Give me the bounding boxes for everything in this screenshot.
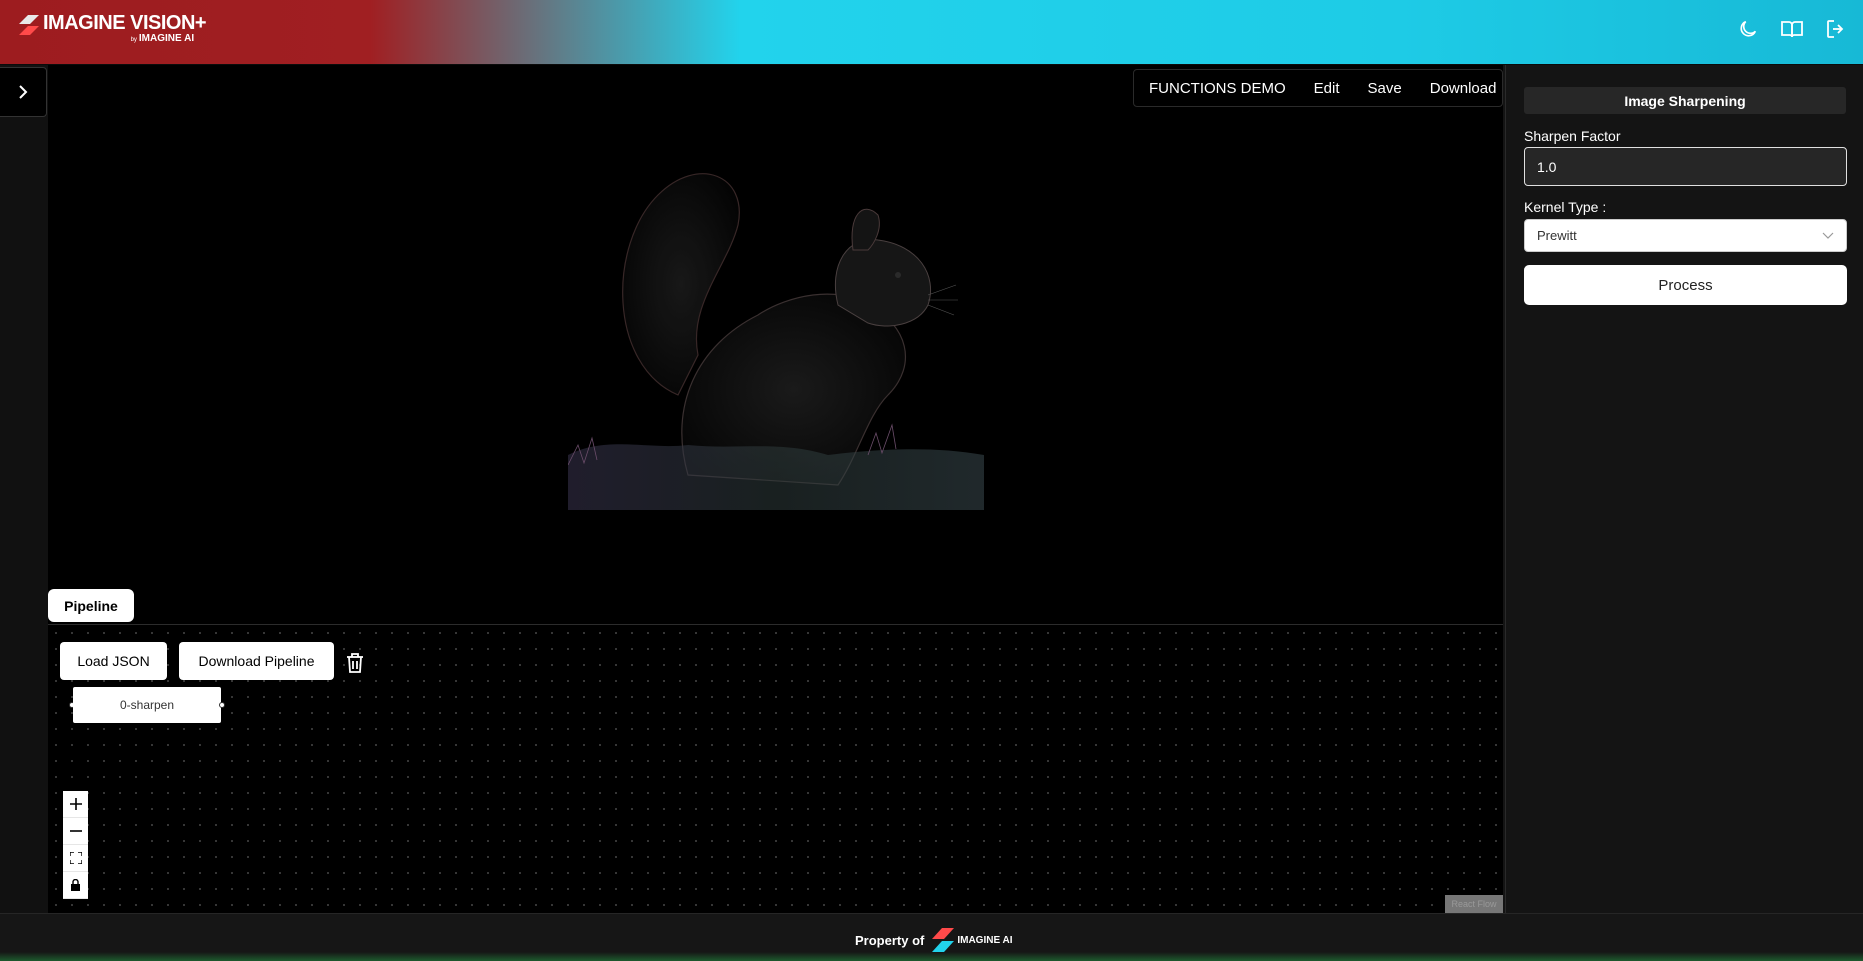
sidebar-toggle-button[interactable] [0, 67, 47, 117]
chevron-down-icon [1822, 232, 1834, 239]
logo-mark-icon [932, 928, 955, 952]
fit-view-icon [69, 852, 82, 864]
panel-title: Image Sharpening [1524, 87, 1846, 114]
toolbar: FUNCTIONS DEMO Edit Save Download [1133, 69, 1503, 107]
zoom-in-button[interactable] [63, 791, 88, 818]
footer-logo: IMAGINE AI [932, 928, 1013, 952]
footer-logo-text: IMAGINE AI [957, 934, 1013, 946]
edit-button[interactable]: Edit [1314, 80, 1340, 97]
header-icons [1735, 16, 1849, 42]
image-canvas [48, 65, 1503, 625]
app-header: IMAGINE VISION+ by IMAGINE AI [0, 0, 1863, 65]
lock-icon [71, 879, 80, 891]
left-rail [0, 65, 48, 913]
chevron-right-icon [19, 85, 28, 99]
flow-controls [63, 791, 88, 899]
logout-icon[interactable] [1823, 16, 1849, 42]
pipeline-node-sharpen[interactable]: 0-sharpen [73, 687, 221, 723]
pipeline-tab[interactable]: Pipeline [48, 589, 134, 622]
footer-content: Property of IMAGINE AI [855, 928, 1013, 952]
react-flow-attribution[interactable]: React Flow [1445, 895, 1503, 913]
functions-demo-button[interactable]: FUNCTIONS DEMO [1149, 80, 1286, 97]
brand-name: IMAGINE VISION+ [43, 12, 207, 34]
brand-byline: by IMAGINE AI [130, 33, 195, 44]
settings-panel [1505, 65, 1863, 913]
kernel-type-value: Prewitt [1537, 228, 1577, 243]
logo-mark-icon [19, 15, 39, 35]
plus-icon [69, 798, 82, 810]
download-pipeline-button[interactable]: Download Pipeline [179, 642, 334, 680]
book-icon[interactable] [1779, 16, 1805, 42]
lock-button[interactable] [63, 872, 88, 899]
sharpen-factor-label: Sharpen Factor [1524, 128, 1621, 144]
property-of-label: Property of [855, 932, 925, 948]
download-button[interactable]: Download [1430, 80, 1497, 97]
minus-icon [69, 830, 82, 832]
save-button[interactable]: Save [1368, 80, 1402, 97]
load-json-button[interactable]: Load JSON [60, 642, 167, 680]
fit-view-button[interactable] [63, 845, 88, 872]
kernel-type-select[interactable]: Prewitt [1524, 219, 1847, 252]
processed-image [567, 155, 984, 510]
sharpen-factor-input[interactable] [1524, 147, 1847, 186]
kernel-type-label: Kernel Type : [1524, 199, 1607, 215]
app-logo[interactable]: IMAGINE VISION+ by IMAGINE AI [19, 12, 207, 47]
node-output-handle[interactable] [219, 702, 225, 708]
trash-icon[interactable] [345, 652, 365, 674]
footer-accent-bar [0, 952, 1863, 961]
moon-icon[interactable] [1735, 16, 1761, 42]
zoom-out-button[interactable] [63, 818, 88, 845]
process-button[interactable]: Process [1524, 265, 1847, 305]
